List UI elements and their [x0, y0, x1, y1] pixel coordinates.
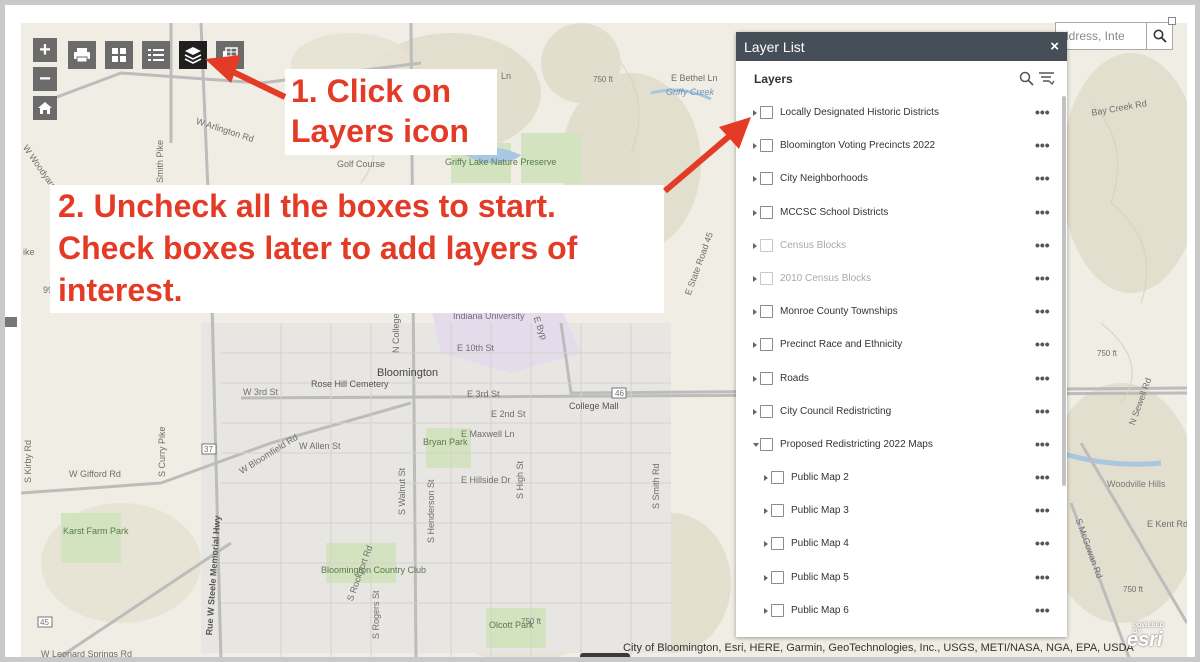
side-handle[interactable] [5, 317, 17, 327]
screenshot-frame: E Bethel Ln Griffy Creek Ln W Arlington … [0, 0, 1200, 662]
esri-powered-label: POWERED BY [1133, 623, 1165, 635]
esri-logo[interactable]: POWERED BY esri [1127, 623, 1164, 652]
expand-panel-tab[interactable] [580, 653, 630, 662]
maximize-icon[interactable] [1168, 17, 1176, 25]
map-attribution: City of Bloomington, Esri, HERE, Garmin,… [623, 642, 1134, 654]
arrow-to-checkbox [663, 117, 751, 194]
chevron-up-icon [600, 656, 610, 662]
arrow-to-layers-icon [205, 55, 287, 100]
annotation-arrows [205, 55, 751, 194]
